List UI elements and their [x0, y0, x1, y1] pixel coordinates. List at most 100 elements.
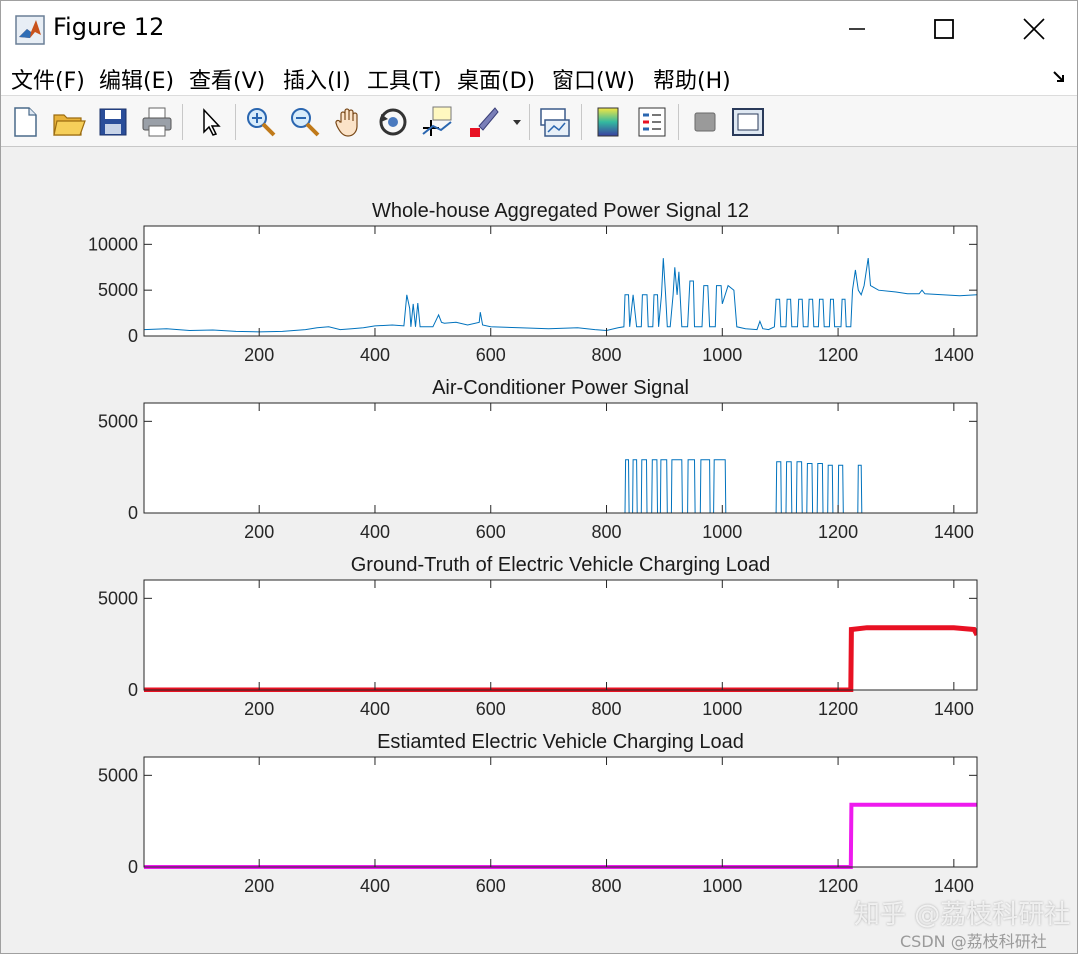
x-tick-label: 400 [360, 699, 390, 719]
figure-window: Figure 12 文件(F) 编辑(E) 查看(V) 插入(I) 工具(T) … [0, 0, 1078, 954]
x-tick-label: 600 [476, 522, 506, 542]
brush-icon [470, 107, 499, 137]
y-tick-label: 0 [128, 680, 138, 700]
toolbar-separator [678, 104, 679, 140]
show-plot-tools-button[interactable] [730, 104, 766, 140]
x-tick-label: 800 [591, 876, 621, 896]
pan-button[interactable] [331, 104, 367, 140]
legend-button[interactable] [634, 104, 670, 140]
close-icon [1023, 18, 1045, 40]
x-tick-label: 1200 [818, 522, 858, 542]
menu-edit[interactable]: 编辑(E) [99, 63, 174, 95]
x-tick-label: 400 [360, 522, 390, 542]
x-tick-label: 400 [360, 876, 390, 896]
y-tick-label: 10000 [88, 234, 138, 254]
close-button[interactable] [1004, 9, 1064, 49]
toolbar-separator [235, 104, 236, 140]
link-plot-icon [540, 108, 570, 137]
axes-background [144, 226, 977, 336]
x-tick-label: 200 [244, 522, 274, 542]
plots-canvas[interactable]: 200 400 600 800 1000 1200 14000500010000Whole-… [3, 147, 1077, 953]
plot-title: Air-Conditioner Power Signal [432, 377, 689, 399]
pointer-button[interactable] [192, 104, 228, 140]
pan-icon [335, 108, 358, 137]
chevron-down-icon [513, 120, 521, 125]
title-bar[interactable]: Figure 12 [1, 1, 1077, 59]
maximize-button[interactable] [914, 9, 974, 49]
new-figure-icon [14, 107, 37, 137]
colorbar-button[interactable] [590, 104, 626, 140]
minimize-icon [849, 28, 865, 30]
x-tick-label: 1000 [702, 876, 742, 896]
x-tick-label: 200 [244, 699, 274, 719]
figure-canvas[interactable]: 200 400 600 800 1000 1200 1400 0 5000 10000 Whole-… [3, 147, 1077, 953]
y-tick-label: 5000 [98, 765, 138, 785]
rotate-3d-button[interactable] [375, 104, 411, 140]
menu-bar: 文件(F) 编辑(E) 查看(V) 插入(I) 工具(T) 桌面(D) 窗口(W… [1, 59, 1077, 95]
pointer-icon [203, 108, 221, 136]
x-tick-label: 1000 [702, 522, 742, 542]
data-cursor-button[interactable] [419, 104, 455, 140]
y-tick-label: 0 [128, 326, 138, 346]
axes-background [144, 403, 977, 513]
menu-help[interactable]: 帮助(H) [653, 63, 731, 95]
subplot-2: 200 400 600 800 1000 1200 1400 0 5000 Air-Conditi… [98, 377, 978, 542]
link-plot-button[interactable] [537, 104, 573, 140]
zhihu-watermark: 知乎 @荔枝科研社 [854, 900, 1071, 930]
y-tick-label: 0 [128, 857, 138, 877]
toolbar-separator [529, 104, 530, 140]
menu-view[interactable]: 查看(V) [189, 63, 265, 95]
subplot-4: 200 400 600 800 1000 1200 1400 0 5000 Estiamted E… [98, 731, 978, 896]
x-tick-label: 800 [591, 522, 621, 542]
x-tick-label: 600 [476, 876, 506, 896]
brush-dropdown-button[interactable] [507, 104, 527, 140]
y-tick-label: 5000 [98, 411, 138, 431]
zoom-out-icon [291, 108, 320, 137]
menu-insert[interactable]: 插入(I) [283, 63, 351, 95]
toolbar-separator [581, 104, 582, 140]
x-tick-label: 600 [476, 699, 506, 719]
legend-icon [638, 107, 666, 137]
plot-title: Ground-Truth of Electric Vehicle Chargin… [351, 554, 770, 576]
save-button[interactable] [95, 104, 131, 140]
x-tick-label: 200 [244, 345, 274, 365]
csdn-watermark: CSDN @荔枝科研社 [900, 932, 1047, 951]
menu-desktop[interactable]: 桌面(D) [457, 63, 535, 95]
maximize-icon [934, 19, 954, 39]
print-icon [142, 107, 172, 137]
x-tick-label: 1000 [702, 345, 742, 365]
dock-arrow-icon[interactable] [1051, 69, 1067, 85]
new-figure-button[interactable] [7, 104, 43, 140]
plot-title: Whole-house Aggregated Power Signal 12 [372, 200, 749, 222]
menu-file[interactable]: 文件(F) [11, 63, 85, 95]
open-file-icon [53, 114, 86, 136]
x-tick-label: 1000 [702, 699, 742, 719]
x-tick-label: 1200 [818, 699, 858, 719]
y-tick-label: 0 [128, 503, 138, 523]
x-tick-label: 800 [591, 699, 621, 719]
menu-tools[interactable]: 工具(T) [367, 63, 442, 95]
open-file-button[interactable] [51, 104, 87, 140]
data-cursor-icon [422, 106, 452, 136]
plot-title: Estiamted Electric Vehicle Charging Load [377, 731, 744, 753]
y-tick-label: 5000 [98, 588, 138, 608]
x-tick-label: 1400 [934, 699, 974, 719]
x-tick-label: 1400 [934, 876, 974, 896]
print-button[interactable] [139, 104, 175, 140]
zoom-in-button[interactable] [243, 104, 279, 140]
y-tick-label: 5000 [98, 280, 138, 300]
rotate-3d-icon [379, 108, 407, 136]
x-tick-label: 1200 [818, 876, 858, 896]
hide-plot-tools-button[interactable] [687, 104, 723, 140]
x-tick-label: 200 [244, 876, 274, 896]
x-tick-label: 1200 [818, 345, 858, 365]
menu-window[interactable]: 窗口(W) [552, 63, 635, 95]
subplot-1: 200 400 600 800 1000 1200 1400 0 5000 10000 Whole-… [88, 200, 978, 365]
minimize-button[interactable] [827, 9, 887, 49]
brush-button[interactable] [465, 104, 501, 140]
x-tick-label: 800 [591, 345, 621, 365]
zoom-in-icon [247, 108, 276, 137]
zoom-out-button[interactable] [287, 104, 323, 140]
x-tick-label: 400 [360, 345, 390, 365]
x-tick-label: 600 [476, 345, 506, 365]
